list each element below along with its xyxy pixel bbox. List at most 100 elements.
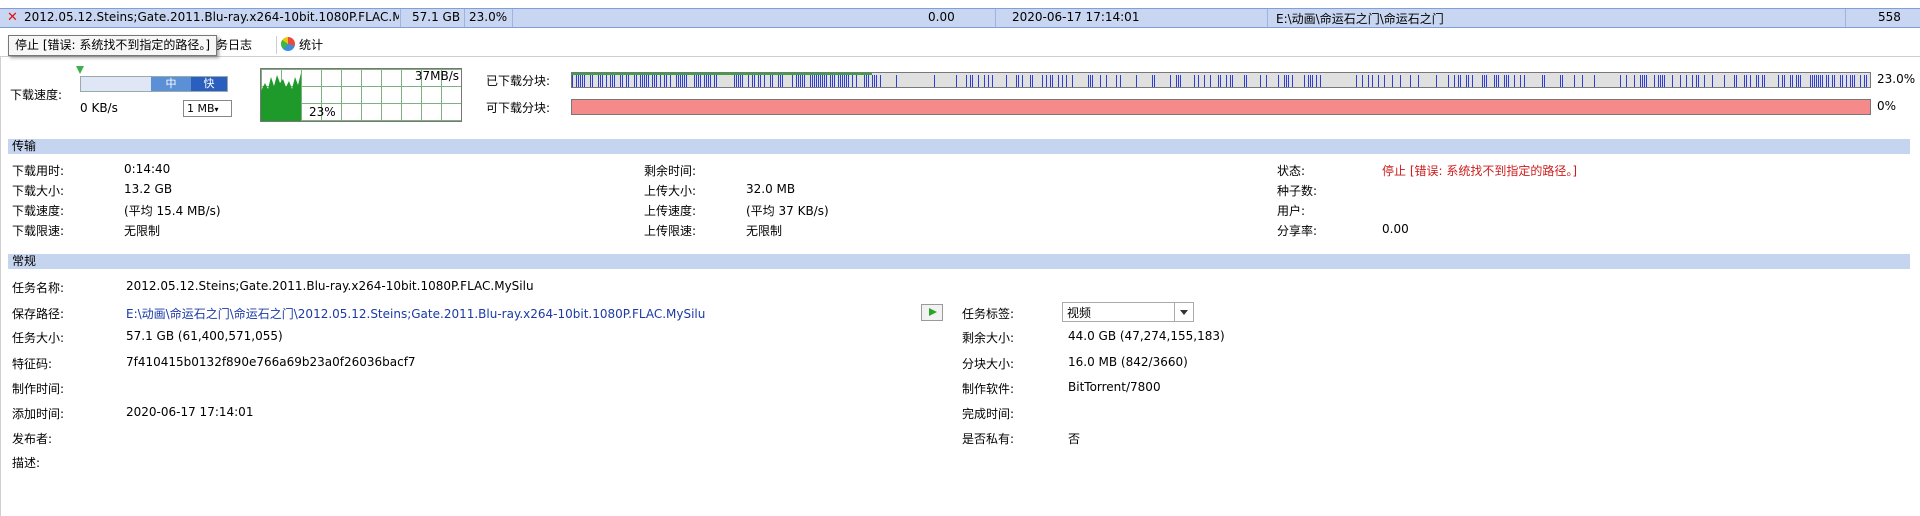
piece-stripe: [1658, 75, 1659, 87]
piece-stripe: [1508, 75, 1509, 87]
piece-stripe: [1468, 75, 1469, 87]
piece-stripe: [1016, 75, 1017, 87]
dl-time-value: 0:14:40: [124, 162, 171, 176]
dropdown-arrow-icon: ▾: [214, 105, 219, 114]
piece-stripe: [1834, 75, 1835, 87]
tab-statistics[interactable]: 统计: [276, 36, 323, 54]
piece-stripe: [636, 75, 637, 87]
piece-stripe: [740, 75, 741, 87]
ul-size-label: 上传大小:: [644, 184, 697, 198]
speed-level-mid[interactable]: 中: [151, 77, 191, 91]
piece-stripe: [1860, 75, 1861, 87]
dl-speed-value: (平均 15.4 MB/s): [124, 204, 221, 218]
piece-stripe: [582, 75, 583, 87]
piece-stripe: [972, 75, 973, 87]
speed-level-fast[interactable]: 快: [191, 77, 227, 91]
piece-stripe: [696, 75, 697, 87]
dl-time-label: 下载用时:: [12, 164, 65, 178]
section-header-transfer: 传输: [8, 139, 1910, 154]
piece-stripe: [1178, 75, 1179, 87]
piece-stripe: [814, 75, 815, 87]
piece-stripe: [1820, 75, 1821, 87]
piece-stripe: [1852, 75, 1853, 87]
software-value: BitTorrent/7800: [1068, 380, 1161, 394]
piece-stripe: [780, 75, 781, 87]
piece-stripe: [1832, 75, 1833, 87]
piece-stripe: [804, 75, 805, 87]
chevron-down-icon[interactable]: [1174, 303, 1193, 321]
piece-stripe: [754, 75, 755, 87]
piece-stripe: [842, 75, 843, 87]
piece-stripe: [1198, 75, 1199, 87]
task-tag-select[interactable]: 视频: [1062, 302, 1194, 322]
piece-stripe: [1736, 75, 1737, 87]
piece-stripe: [1180, 75, 1181, 87]
column-divider: [995, 9, 996, 27]
task-row-selected[interactable]: ✕ 2012.05.12.Steins;Gate.2011.Blu-ray.x2…: [0, 8, 1920, 28]
piece-stripe: [646, 75, 647, 87]
piece-stripe: [1022, 75, 1023, 87]
open-folder-play-button[interactable]: [921, 304, 943, 321]
piece-stripe: [1320, 75, 1321, 87]
piece-stripe: [966, 75, 967, 87]
piece-stripe: [1116, 75, 1117, 87]
piece-stripe: [1778, 75, 1779, 87]
piece-stripe: [1018, 75, 1019, 87]
piece-stripe: [684, 75, 685, 87]
save-path-label: 保存路径:: [12, 307, 65, 321]
piece-stripe: [626, 75, 627, 87]
piece-stripe: [660, 75, 661, 87]
speed-level-slow[interactable]: [81, 77, 151, 91]
piece-stripe: [1136, 75, 1137, 87]
piece-stripe: [1286, 75, 1287, 87]
piece-stripe: [830, 75, 831, 87]
speed-slider-handle[interactable]: [76, 66, 84, 74]
pieces-map: [572, 75, 1867, 87]
piece-stripe: [714, 75, 715, 87]
piece-stripe: [1210, 75, 1211, 87]
piece-stripe: [1226, 75, 1227, 87]
piece-stripe: [1582, 75, 1583, 87]
piece-stripe: [590, 75, 591, 87]
piece-stripe: [844, 75, 845, 87]
private-label: 是否私有:: [962, 432, 1015, 446]
task-size: 57.1 GB: [412, 10, 461, 24]
piece-stripe: [1246, 75, 1247, 87]
dl-speed-label: 下载速度:: [12, 204, 65, 218]
piece-stripe: [1410, 75, 1411, 87]
piece-stripe: [1796, 75, 1797, 87]
available-pieces-bar: [571, 99, 1871, 115]
private-value: 否: [1068, 432, 1081, 446]
speed-level-bar[interactable]: 中 快: [80, 76, 228, 92]
ul-limit-label: 上传限速:: [644, 224, 697, 238]
piece-stripe: [1154, 75, 1155, 87]
piece-stripe: [1460, 75, 1461, 87]
piece-stripe: [1866, 75, 1867, 87]
piece-stripe: [1792, 75, 1793, 87]
available-pieces-percent: 0%: [1877, 99, 1897, 113]
piece-stripe: [1288, 75, 1289, 87]
created-time-label: 制作时间:: [12, 382, 65, 396]
piece-stripe: [686, 75, 687, 87]
piece-stripe: [876, 75, 877, 87]
added-time-label: 添加时间:: [12, 407, 65, 421]
piece-stripe: [1816, 75, 1817, 87]
piece-stripe: [1496, 75, 1497, 87]
piece-stripe: [792, 75, 793, 87]
tab-task-log[interactable]: 务日志: [216, 36, 252, 54]
task-name: 2012.05.12.Steins;Gate.2011.Blu-ray.x264…: [24, 10, 399, 24]
save-path-link[interactable]: E:\动画\命运石之门\命运石之门\2012.05.12.Steins;Gate…: [126, 305, 705, 322]
piece-stripe: [704, 75, 705, 87]
speed-limit-dropdown[interactable]: 1 MB▾: [183, 100, 232, 117]
piece-stripe: [1170, 75, 1171, 87]
piece-stripe: [1544, 75, 1545, 87]
download-speed-value: 0 KB/s: [80, 101, 118, 115]
downloaded-pieces-percent: 23.0%: [1877, 72, 1916, 86]
downloaded-pieces-bar: [571, 72, 1871, 88]
piece-stripe: [864, 75, 865, 87]
remaining-size-value: 44.0 GB (47,274,155,183): [1068, 329, 1225, 343]
piece-stripe: [1746, 75, 1747, 87]
piece-stripe: [1506, 75, 1507, 87]
piece-stripe: [1088, 75, 1089, 87]
piece-stripe: [1846, 75, 1847, 87]
